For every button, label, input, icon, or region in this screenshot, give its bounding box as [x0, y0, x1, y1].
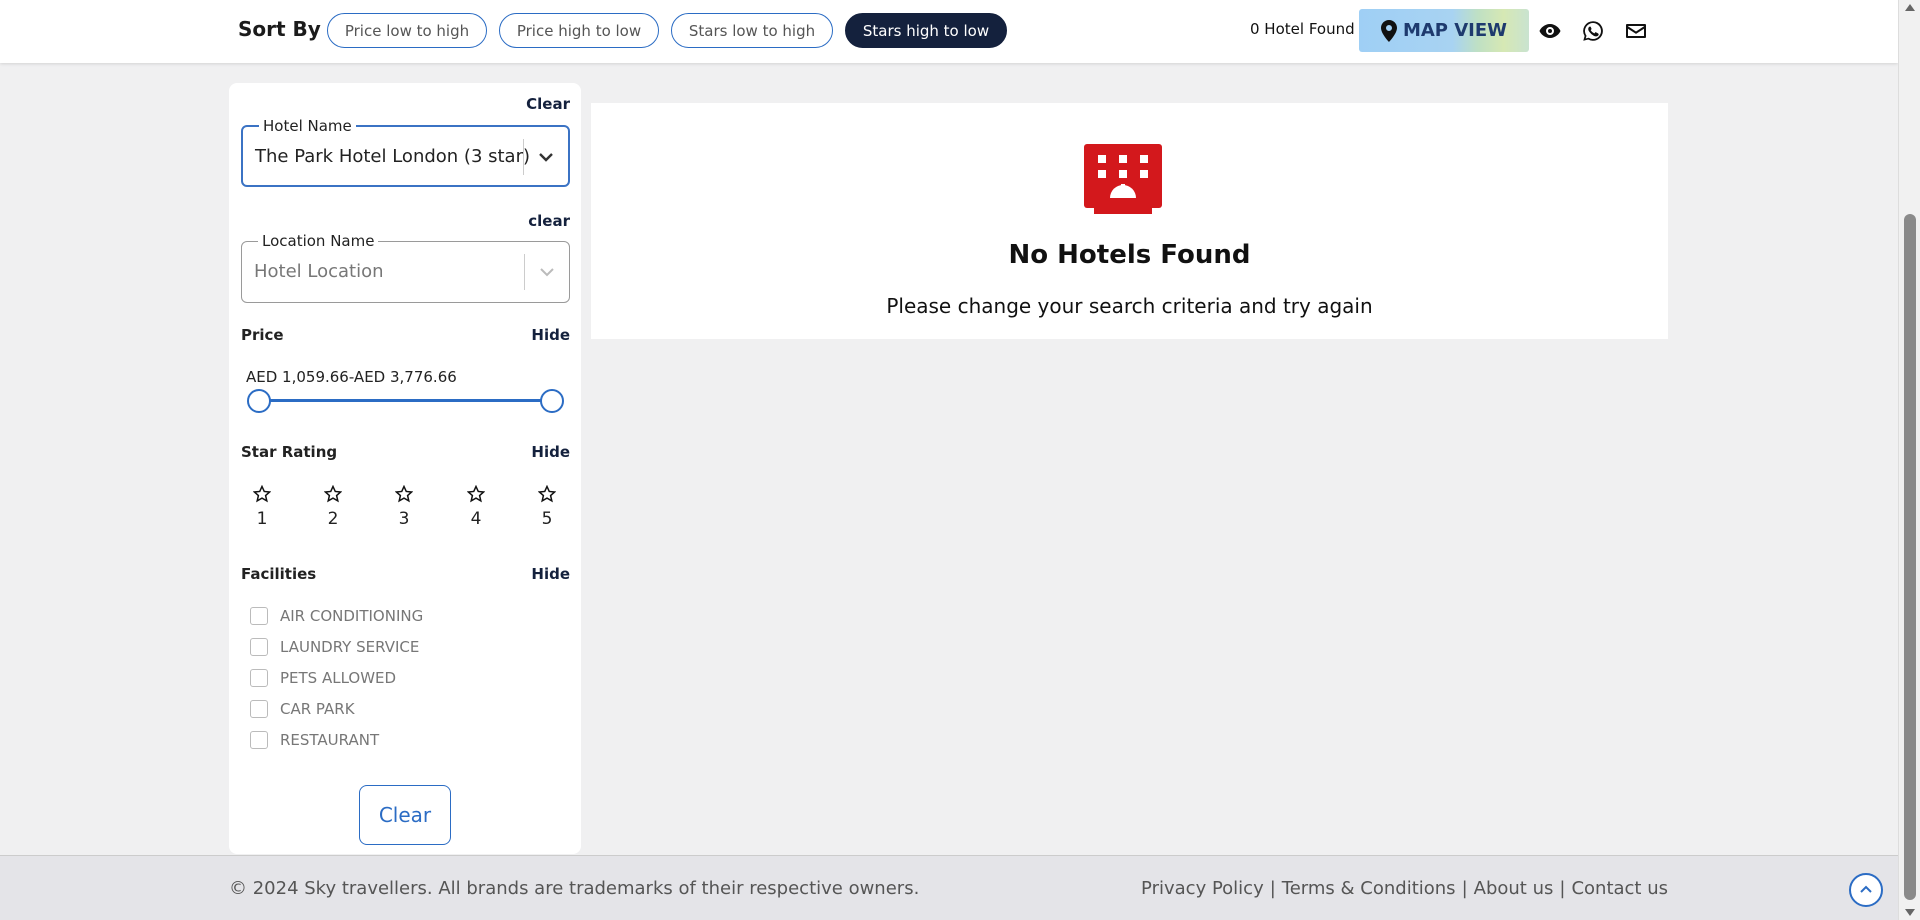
facilities-title: Facilities	[241, 565, 317, 583]
no-results-subtitle: Please change your search criteria and t…	[886, 294, 1373, 318]
facility-label: CAR PARK	[280, 700, 355, 718]
star-icon	[253, 485, 271, 503]
hotel-name-value: The Park Hotel London (3 star)	[255, 146, 531, 167]
terms-conditions-link[interactable]: Terms & Conditions	[1282, 878, 1456, 899]
star-rating-title: Star Rating	[241, 443, 338, 461]
star-filter-1[interactable]: 1	[247, 485, 277, 529]
scroll-up-arrow[interactable]	[1905, 4, 1915, 11]
footer-links: Privacy Policy | Terms & Conditions | Ab…	[1141, 878, 1668, 899]
filter-sidebar: Clear Hotel Name The Park Hotel London (…	[229, 83, 581, 854]
facility-checkbox[interactable]	[250, 669, 268, 687]
hotel-count: 0 Hotel Found	[1250, 20, 1355, 38]
whatsapp-icon[interactable]	[1581, 19, 1605, 43]
price-hide-link[interactable]: Hide	[531, 326, 570, 344]
scroll-to-top-button[interactable]	[1849, 873, 1883, 907]
hotel-building-icon	[1084, 144, 1162, 214]
no-results-card: No Hotels Found Please change your searc…	[591, 103, 1668, 339]
facility-checkbox[interactable]	[250, 607, 268, 625]
sort-stars-low-to-high-button[interactable]: Stars low to high	[671, 13, 833, 48]
location-name-placeholder: Hotel Location	[254, 261, 384, 282]
scroll-down-arrow[interactable]	[1905, 909, 1915, 916]
hotel-name-legend: Hotel Name	[259, 117, 356, 135]
star-filter-2[interactable]: 2	[318, 485, 348, 529]
star-number: 2	[327, 509, 339, 529]
chevron-up-icon	[1860, 885, 1872, 893]
page-scrollbar[interactable]	[1898, 0, 1920, 920]
contact-us-link[interactable]: Contact us	[1571, 878, 1668, 899]
price-slider-track[interactable]	[259, 399, 552, 402]
chevron-down-icon[interactable]	[536, 147, 556, 167]
map-view-label: MAP VIEW	[1402, 20, 1508, 41]
price-slider-max-handle[interactable]	[540, 389, 564, 413]
facility-label: PETS ALLOWED	[280, 669, 397, 687]
star-filter-4[interactable]: 4	[461, 485, 491, 529]
star-filter-3[interactable]: 3	[389, 485, 419, 529]
clear-location-link[interactable]: clear	[528, 212, 570, 230]
about-us-link[interactable]: About us	[1474, 878, 1554, 899]
facility-car-park[interactable]: CAR PARK	[250, 699, 355, 719]
star-number: 1	[256, 509, 268, 529]
facility-checkbox[interactable]	[250, 638, 268, 656]
star-rating-hide-link[interactable]: Hide	[531, 443, 570, 461]
scrollbar-thumb[interactable]	[1904, 214, 1916, 900]
price-range-text: AED 1,059.66-AED 3,776.66	[246, 368, 457, 386]
no-results-title: No Hotels Found	[1008, 240, 1251, 270]
footer-separator: |	[1559, 878, 1566, 899]
facility-label: LAUNDRY SERVICE	[280, 638, 420, 656]
map-view-button[interactable]: MAP VIEW	[1359, 9, 1529, 52]
sort-price-low-to-high-button[interactable]: Price low to high	[327, 13, 487, 48]
field-separator	[524, 254, 525, 290]
eye-icon[interactable]	[1538, 19, 1562, 43]
facility-laundry-service[interactable]: LAUNDRY SERVICE	[250, 637, 419, 657]
facility-air-conditioning[interactable]: AIR CONDITIONING	[250, 606, 423, 626]
copyright-text: © 2024 Sky travellers. All brands are tr…	[229, 878, 920, 899]
map-pin-icon	[1380, 19, 1397, 42]
star-icon	[395, 485, 413, 503]
location-name-legend: Location Name	[258, 232, 379, 250]
field-separator	[523, 139, 524, 175]
facility-pets-allowed[interactable]: PETS ALLOWED	[250, 668, 396, 688]
star-number: 5	[541, 509, 553, 529]
mail-icon[interactable]	[1624, 19, 1648, 43]
footer: © 2024 Sky travellers. All brands are tr…	[0, 855, 1898, 920]
facilities-hide-link[interactable]: Hide	[531, 565, 570, 583]
facility-checkbox[interactable]	[250, 731, 268, 749]
top-bar: Sort By : Price low to high Price high t…	[0, 0, 1898, 63]
sort-price-high-to-low-button[interactable]: Price high to low	[499, 13, 659, 48]
star-icon	[467, 485, 485, 503]
sort-stars-high-to-low-button[interactable]: Stars high to low	[845, 13, 1007, 48]
price-title: Price	[241, 326, 284, 344]
star-icon	[324, 485, 342, 503]
star-icon	[538, 485, 556, 503]
footer-separator: |	[1461, 878, 1468, 899]
clear-hotel-name-link[interactable]: Clear	[526, 95, 570, 113]
footer-separator: |	[1269, 878, 1276, 899]
location-name-select[interactable]: Location Name Hotel Location	[241, 232, 570, 303]
star-filter-5[interactable]: 5	[532, 485, 562, 529]
facility-restaurant[interactable]: RESTAURANT	[250, 730, 379, 750]
star-number: 3	[398, 509, 410, 529]
sort-by-label: Sort By :	[238, 17, 336, 41]
privacy-policy-link[interactable]: Privacy Policy	[1141, 878, 1264, 899]
hotel-name-select[interactable]: Hotel Name The Park Hotel London (3 star…	[241, 117, 570, 187]
facility-label: RESTAURANT	[280, 731, 380, 749]
facility-checkbox[interactable]	[250, 700, 268, 718]
clear-filters-button[interactable]: Clear	[359, 785, 451, 845]
price-slider-min-handle[interactable]	[247, 389, 271, 413]
chevron-down-icon[interactable]	[537, 262, 557, 282]
facility-label: AIR CONDITIONING	[280, 607, 424, 625]
star-number: 4	[470, 509, 482, 529]
